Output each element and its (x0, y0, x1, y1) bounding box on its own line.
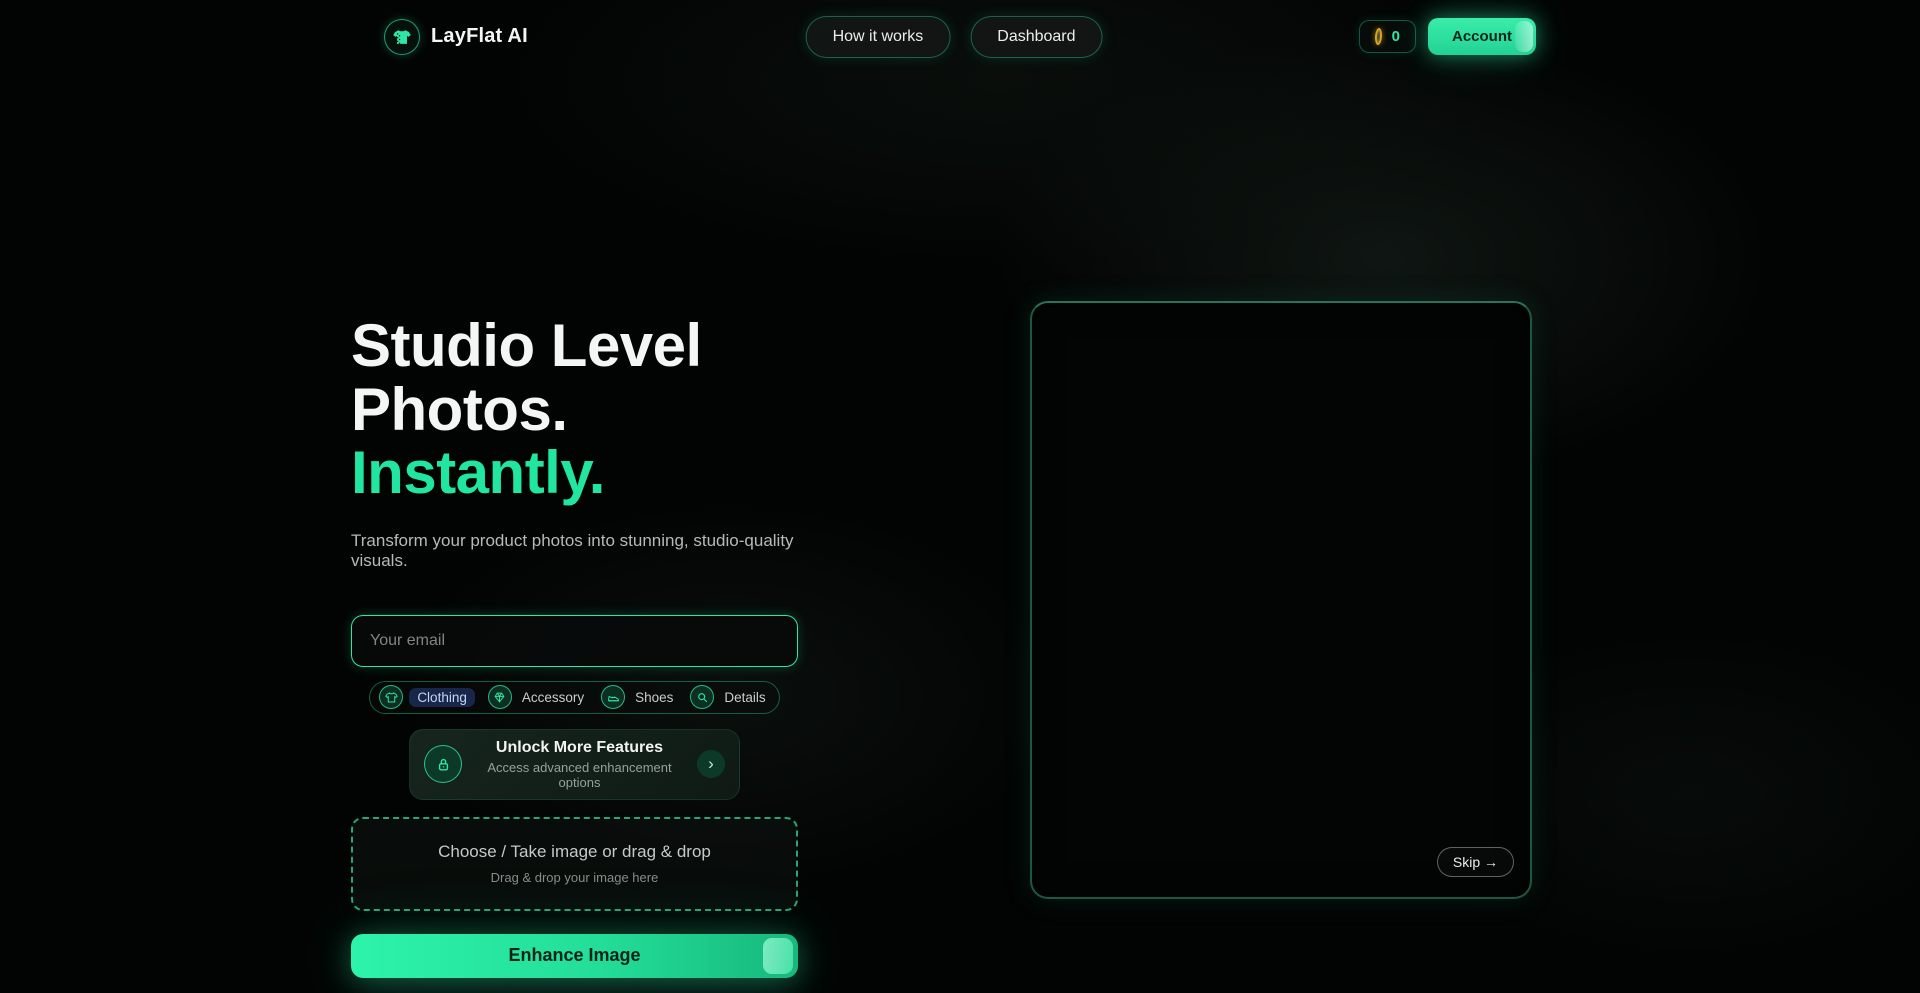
category-label: Details (720, 688, 769, 707)
unlock-features-card[interactable]: Unlock More Features Access advanced enh… (409, 729, 740, 800)
magnifier-icon (690, 685, 714, 709)
nav-how-it-works[interactable]: How it works (806, 16, 951, 58)
image-dropzone[interactable]: Choose / Take image or drag & drop Drag … (351, 817, 798, 911)
header-right: 0 Account (1359, 18, 1536, 55)
tshirt-icon (384, 19, 420, 55)
background-glow (0, 0, 1920, 993)
account-button-shine (1515, 21, 1533, 52)
preview-panel: Skip → (1030, 301, 1532, 899)
category-clothing[interactable]: Clothing (379, 685, 475, 709)
category-label: Shoes (631, 688, 677, 707)
category-row: Clothing Accessory (351, 681, 798, 714)
tshirt-icon (379, 685, 403, 709)
dropzone-title: Choose / Take image or drag & drop (438, 842, 711, 862)
brand-name: LayFlat AI (431, 25, 528, 48)
chevron-right-icon: › (697, 750, 725, 778)
page-title: Studio Level Photos. Instantly. (351, 314, 798, 505)
category-details[interactable]: Details (690, 685, 769, 709)
lock-icon (424, 745, 462, 783)
title-line2-accent: Instantly. (351, 439, 605, 506)
category-bar: Clothing Accessory (369, 681, 779, 714)
dropzone-subtitle: Drag & drop your image here (491, 870, 659, 885)
shoe-icon (601, 685, 625, 709)
credits-chip[interactable]: 0 (1359, 20, 1416, 53)
unlock-subtitle: Access advanced enhancement options (476, 760, 683, 790)
credits-count: 0 (1392, 28, 1400, 45)
email-input[interactable] (351, 615, 798, 667)
unlock-title: Unlock More Features (476, 739, 683, 757)
enhance-image-button[interactable]: Enhance Image (351, 934, 798, 978)
account-button[interactable]: Account (1428, 18, 1536, 55)
enhance-image-label: Enhance Image (508, 945, 640, 965)
category-shoes[interactable]: Shoes (601, 685, 677, 709)
unlock-text: Unlock More Features Access advanced enh… (476, 739, 683, 790)
skip-button[interactable]: Skip → (1437, 847, 1514, 877)
hero-section: Studio Level Photos. Instantly. Transfor… (351, 314, 798, 978)
gem-icon (488, 685, 512, 709)
category-label: Clothing (409, 688, 475, 707)
enhance-button-shine (763, 938, 793, 974)
hero-subtitle: Transform your product photos into stunn… (351, 531, 798, 571)
nav-dashboard[interactable]: Dashboard (970, 16, 1102, 58)
main-nav: How it works Dashboard (806, 16, 1103, 58)
category-label: Accessory (518, 688, 588, 707)
coin-icon (1374, 28, 1382, 45)
title-line1: Studio Level (351, 312, 702, 379)
account-button-label: Account (1452, 28, 1512, 45)
category-accessory[interactable]: Accessory (488, 685, 588, 709)
brand[interactable]: LayFlat AI (384, 19, 528, 55)
title-line2-white: Photos. (351, 376, 568, 443)
top-nav: LayFlat AI How it works Dashboard 0 Acco… (0, 0, 1920, 73)
